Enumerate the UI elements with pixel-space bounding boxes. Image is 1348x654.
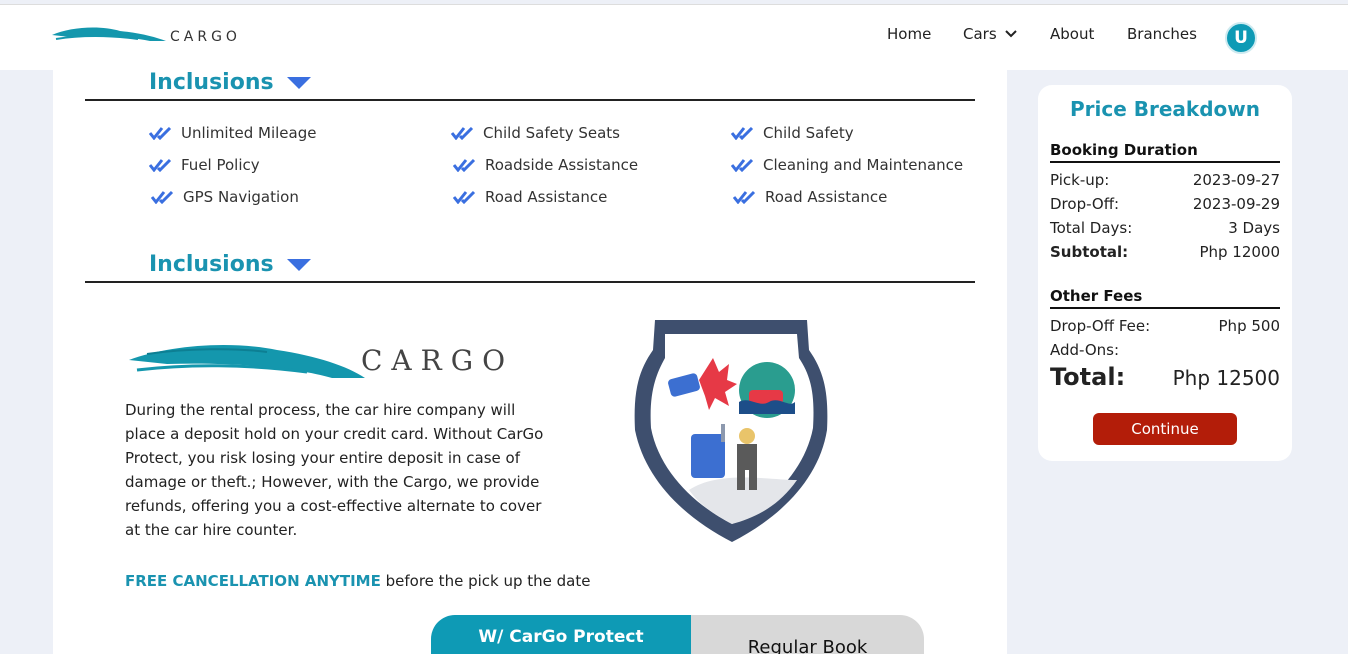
divider <box>85 99 975 101</box>
inclusion-item: Child Safety Seats <box>451 124 620 142</box>
inclusion-label: Roadside Assistance <box>485 156 639 174</box>
car-logo-icon <box>129 345 365 378</box>
inclusion-label: Road Assistance <box>485 188 608 206</box>
pickup-row: Pick-up: 2023-09-27 <box>1050 171 1280 189</box>
caret-down-icon <box>287 259 312 271</box>
dropoff-label: Drop-Off: <box>1050 195 1120 213</box>
free-cancellation-text: FREE CANCELLATION ANYTIME before the pic… <box>125 572 590 590</box>
top-navbar: CARGO Home Cars About Branches U <box>0 4 1348 70</box>
logo-text: CARGO <box>170 29 241 45</box>
divider <box>85 281 975 283</box>
inclusion-label: Road Assistance <box>765 188 888 206</box>
total-days-row: Total Days: 3 Days <box>1050 219 1280 237</box>
dropoff-fee-label: Drop-Off Fee: <box>1050 317 1151 335</box>
tab-cargo-protect[interactable]: W/ CarGo Protect <box>431 615 691 654</box>
nav-cars-label: Cars <box>963 25 997 43</box>
shield-illustration-icon <box>634 320 828 542</box>
inclusion-label: Cleaning and Maintenance <box>763 156 964 174</box>
dropoff-fee-value: Php 500 <box>1218 317 1280 335</box>
inclusion-label: Child Safety <box>763 124 854 142</box>
dropoff-row: Drop-Off: 2023-09-29 <box>1050 195 1280 213</box>
inclusion-item: GPS Navigation <box>151 188 299 206</box>
total-days-label: Total Days: <box>1050 219 1133 237</box>
double-check-icon <box>453 158 476 172</box>
caret-down-icon <box>287 77 312 89</box>
subtotal-row: Subtotal: Php 12000 <box>1050 243 1280 261</box>
inclusion-item: Child Safety <box>731 124 854 142</box>
double-check-icon <box>731 158 754 172</box>
inclusion-item: Unlimited Mileage <box>149 124 316 142</box>
inclusion-item: Road Assistance <box>453 188 607 206</box>
price-breakdown-panel: Price Breakdown Booking Duration Pick-up… <box>1038 85 1292 461</box>
inclusion-item: Road Assistance <box>733 188 887 206</box>
dropoff-fee-row: Drop-Off Fee: Php 500 <box>1050 317 1280 335</box>
nav-cars[interactable]: Cars <box>963 25 1017 43</box>
dropoff-value: 2023-09-29 <box>1192 195 1280 213</box>
double-check-icon <box>149 158 172 172</box>
free-cancellation-highlight: FREE CANCELLATION ANYTIME <box>125 572 381 590</box>
double-check-icon <box>731 126 754 140</box>
subtotal-label: Subtotal: <box>1050 243 1129 261</box>
protect-description: During the rental process, the car hire … <box>125 401 544 539</box>
double-check-icon <box>733 190 756 204</box>
inclusion-item: Roadside Assistance <box>453 156 638 174</box>
free-cancellation-rest: before the pick up the date <box>385 572 591 590</box>
inclusions-heading[interactable]: Inclusions <box>149 70 312 95</box>
inclusion-label: GPS Navigation <box>183 188 299 206</box>
continue-button[interactable]: Continue <box>1093 413 1237 445</box>
addons-label: Add-Ons: <box>1050 341 1120 359</box>
double-check-icon <box>451 126 474 140</box>
car-logo-icon <box>52 27 166 41</box>
double-check-icon <box>151 190 174 204</box>
double-check-icon <box>149 126 172 140</box>
total-value: Php 12500 <box>1172 366 1280 390</box>
inclusions-heading-label: Inclusions <box>149 70 274 95</box>
protect-heading-label: Inclusions <box>149 252 274 277</box>
double-check-icon <box>453 190 476 204</box>
brand-logo[interactable]: CARGO <box>50 23 241 45</box>
total-row: Total: Php 12500 <box>1050 363 1280 391</box>
panel-title: Price Breakdown <box>1070 97 1260 121</box>
chevron-down-icon <box>1004 30 1017 38</box>
cargo-protect-logo: CARGO <box>127 338 514 382</box>
main-content: Inclusions Unlimited Mileage Child Safet… <box>53 70 1007 654</box>
total-days-value: 3 Days <box>1228 219 1280 237</box>
tab-regular-book[interactable]: Regular Book <box>691 615 924 654</box>
inclusion-label: Unlimited Mileage <box>181 124 317 142</box>
user-avatar[interactable]: U <box>1225 22 1257 54</box>
nav-home[interactable]: Home <box>887 25 931 43</box>
addons-row: Add-Ons: <box>1050 341 1280 359</box>
total-label: Total: <box>1050 363 1126 391</box>
other-fees-heading: Other Fees <box>1050 287 1280 309</box>
booking-duration-heading: Booking Duration <box>1050 141 1280 163</box>
inclusion-label: Fuel Policy <box>181 156 260 174</box>
nav-branches[interactable]: Branches <box>1127 25 1197 43</box>
nav-about[interactable]: About <box>1050 25 1094 43</box>
pickup-label: Pick-up: <box>1050 171 1110 189</box>
protect-heading[interactable]: Inclusions <box>149 252 312 277</box>
pickup-value: 2023-09-27 <box>1192 171 1280 189</box>
subtotal-value: Php 12000 <box>1199 243 1280 261</box>
logo-text: CARGO <box>361 343 515 377</box>
flood-car-icon <box>739 362 795 418</box>
inclusion-label: Child Safety Seats <box>483 124 620 142</box>
inclusion-item: Fuel Policy <box>149 156 260 174</box>
inclusion-item: Cleaning and Maintenance <box>731 156 963 174</box>
